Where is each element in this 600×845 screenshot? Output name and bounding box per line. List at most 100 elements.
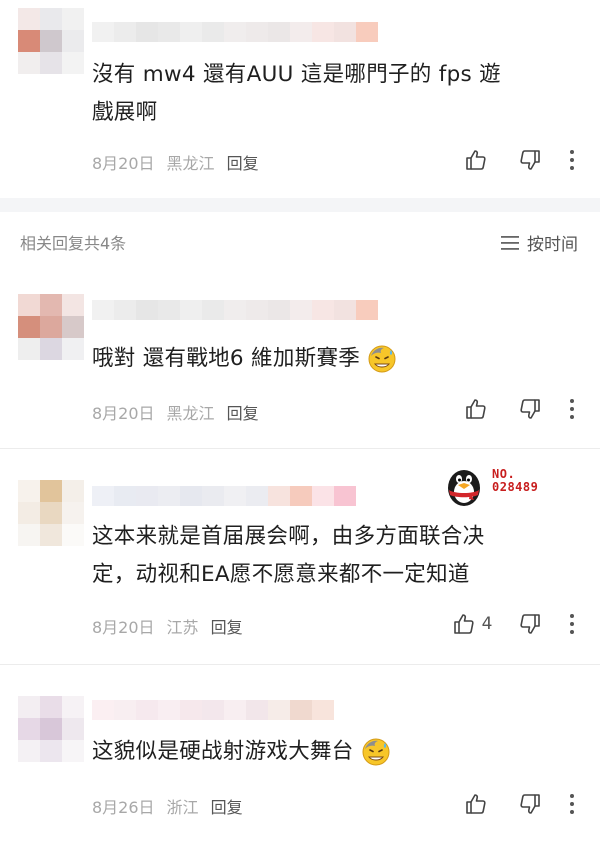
comment-date: 8月26日 [92, 798, 155, 817]
like-button[interactable] [454, 792, 498, 816]
name-pixel [312, 22, 334, 42]
avatar-pixel [18, 8, 40, 30]
more-vertical-icon [570, 614, 574, 634]
username-obscured[interactable] [92, 486, 356, 506]
name-pixel [202, 700, 224, 720]
dislike-button[interactable] [508, 792, 552, 816]
comment-text-body: 哦對 還有戰地6 維加斯賽季 [92, 346, 361, 371]
avatar-pixel [40, 30, 62, 52]
comment-location: 黑龙江 [166, 154, 215, 173]
avatar-pixel [62, 30, 84, 52]
more-button[interactable] [562, 398, 582, 420]
name-pixel [224, 22, 246, 42]
avatar-pixel [62, 294, 84, 316]
avatar-pixel [18, 502, 40, 524]
avatar-pixel [40, 8, 62, 30]
avatar-pixel [62, 740, 84, 762]
comment-date: 8月20日 [92, 404, 155, 423]
badge-line-2: 028489 [492, 480, 539, 494]
avatar[interactable] [18, 294, 84, 360]
dislike-button[interactable] [508, 397, 552, 421]
more-button[interactable] [562, 149, 582, 171]
like-button[interactable]: 4 [450, 612, 494, 636]
name-pixel [268, 22, 290, 42]
more-vertical-icon [570, 794, 574, 814]
thumbs-down-icon [520, 614, 540, 634]
like-button[interactable] [454, 148, 498, 172]
name-pixel [202, 300, 224, 320]
section-divider [0, 198, 600, 212]
name-pixel [180, 486, 202, 506]
name-pixel [180, 700, 202, 720]
name-pixel [334, 486, 356, 506]
avatar-pixel [62, 8, 84, 30]
comment-actions [454, 148, 582, 172]
avatar-pixel [62, 338, 84, 360]
name-pixel [334, 300, 356, 320]
comment-meta: 8月20日 黑龙江 回复 [92, 150, 259, 174]
avatar[interactable] [18, 696, 84, 762]
sort-label: 按时间 [527, 235, 578, 255]
avatar-pixel [40, 740, 62, 762]
avatar-pixel [40, 480, 62, 502]
username-obscured[interactable] [92, 22, 378, 42]
qq-penguin-badge: NO. 028489 [444, 462, 554, 508]
name-pixel [136, 300, 158, 320]
avatar-pixel [40, 52, 62, 74]
comment-location: 江苏 [166, 618, 199, 637]
sort-button[interactable]: 按时间 [501, 230, 578, 255]
name-pixel [246, 700, 268, 720]
name-pixel [312, 300, 334, 320]
avatar[interactable] [18, 480, 84, 546]
comment-text: 这本来就是首届展会啊，由多方面联合决定，动视和EA愿不愿意来都不一定知道 [92, 524, 485, 587]
avatar-pixel [18, 338, 40, 360]
badge-number: NO. 028489 [492, 468, 538, 494]
avatar-pixel [18, 30, 40, 52]
name-pixel [334, 22, 356, 42]
grin-sweat-emoji [362, 738, 390, 766]
thumbs-down-icon [520, 794, 540, 814]
avatar-pixel [18, 480, 40, 502]
avatar-pixel [40, 316, 62, 338]
avatar-pixel [40, 524, 62, 546]
more-vertical-icon [570, 399, 574, 419]
name-pixel [92, 700, 114, 720]
name-pixel [356, 300, 378, 320]
name-pixel [312, 700, 334, 720]
comment-text: 这貌似是硬战射游戏大舞台 [92, 733, 512, 771]
username-obscured[interactable] [92, 700, 334, 720]
name-pixel [268, 300, 290, 320]
reply-button[interactable]: 回复 [227, 150, 259, 174]
name-pixel [290, 700, 312, 720]
avatar-pixel [40, 718, 62, 740]
comment-text: 沒有 mw4 還有AUU 這是哪門子的 fps 遊戲展啊 [92, 62, 501, 125]
more-button[interactable] [562, 793, 582, 815]
avatar[interactable] [18, 8, 84, 74]
name-pixel [246, 486, 268, 506]
reply-button[interactable]: 回复 [211, 794, 243, 818]
avatar-pixel [62, 480, 84, 502]
comment-text: 哦對 還有戰地6 維加斯賽季 [92, 340, 512, 378]
avatar-pixel [62, 524, 84, 546]
username-obscured[interactable] [92, 300, 378, 320]
name-pixel [114, 22, 136, 42]
avatar-pixel [18, 524, 40, 546]
name-pixel [136, 22, 158, 42]
avatar-pixel [18, 316, 40, 338]
comment-location: 浙江 [166, 798, 199, 817]
avatar-pixel [40, 338, 62, 360]
reply-button[interactable]: 回复 [211, 614, 243, 638]
sort-list-icon [501, 235, 519, 250]
like-button[interactable] [454, 397, 498, 421]
dislike-button[interactable] [508, 612, 552, 636]
name-pixel [268, 700, 290, 720]
thumbs-up-icon [466, 399, 486, 419]
name-pixel [136, 486, 158, 506]
more-vertical-icon [570, 150, 574, 170]
name-pixel [224, 486, 246, 506]
dislike-button[interactable] [508, 148, 552, 172]
more-button[interactable] [562, 613, 582, 635]
related-replies-count: 相关回复共4条 [20, 234, 127, 253]
avatar-pixel [62, 696, 84, 718]
reply-button[interactable]: 回复 [227, 400, 259, 424]
